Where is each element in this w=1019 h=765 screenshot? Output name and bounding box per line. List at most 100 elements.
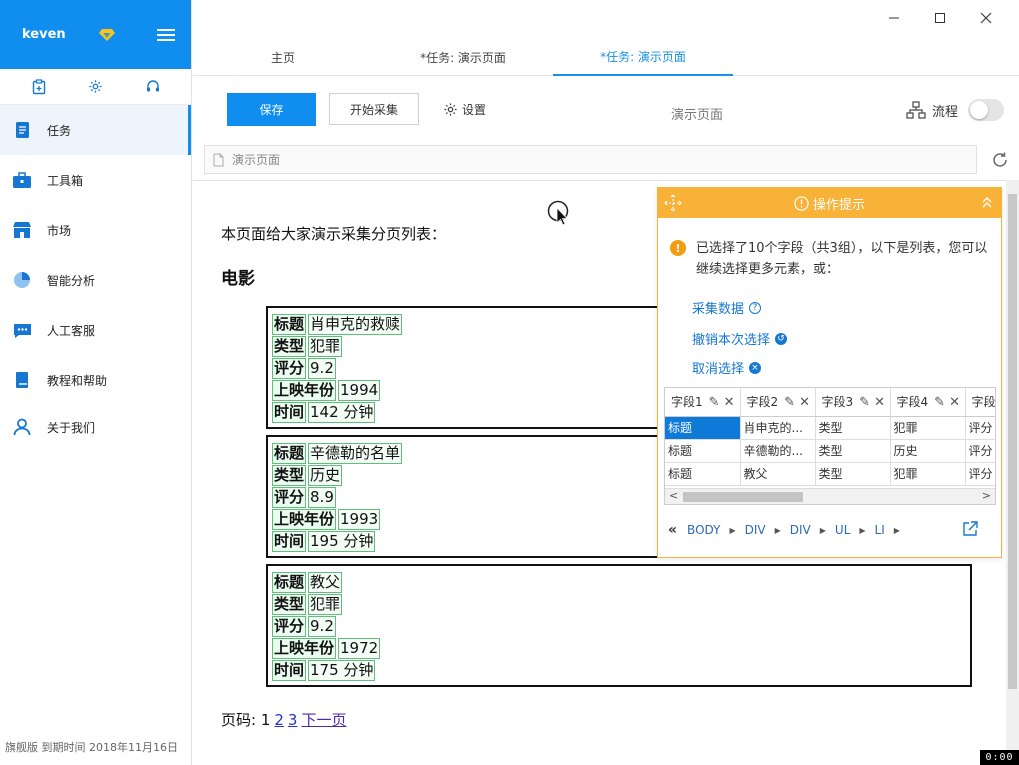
movie-card[interactable]: 标题 教父 类型 犯罪 评分 9.2 上映年份 1972 时间 175 分钟 — [266, 564, 972, 687]
start-collect-button[interactable]: 开始采集 — [329, 93, 419, 125]
sidebar-item-market[interactable]: 市场 — [0, 205, 191, 255]
scroll-left-icon[interactable]: < — [669, 489, 678, 502]
cancel-selection-link[interactable]: 取消选择 × — [692, 358, 762, 377]
save-button[interactable]: 保存 — [227, 93, 316, 126]
sidebar-item-label: 工具箱 — [47, 173, 84, 188]
field-key[interactable]: 上映年份 — [272, 508, 337, 530]
sidebar-item-label: 任务 — [47, 123, 72, 138]
horizontal-scrollbar[interactable]: < > — [665, 488, 995, 504]
field-value[interactable]: 犯罪 — [308, 335, 343, 357]
table-row[interactable]: 标题 辛德勒的... 类型 历史 评分 — [665, 439, 995, 463]
table-cell[interactable]: 辛德勒的... — [740, 439, 816, 463]
field-key[interactable]: 类型 — [272, 335, 307, 357]
collect-data-label: 采集数据 — [692, 302, 745, 317]
clipboard-add-icon[interactable] — [28, 76, 50, 98]
refresh-icon[interactable] — [990, 150, 1010, 170]
sidebar-item-about[interactable]: 关于我们 — [0, 405, 191, 449]
breadcrumb-item[interactable]: UL — [835, 523, 850, 537]
next-page-link[interactable]: 下一页 — [301, 711, 346, 729]
table-row[interactable]: 标题 教父 类型 犯罪 评分 — [665, 462, 995, 486]
table-cell[interactable]: 评分 — [965, 416, 995, 440]
undo-selection-link[interactable]: 撤销本次选择 ↺ — [692, 329, 788, 348]
table-cell[interactable]: 评分 — [965, 462, 995, 486]
field-value[interactable]: 犯罪 — [308, 593, 343, 615]
settings-button[interactable]: 设置 — [443, 101, 486, 118]
address-bar[interactable]: 演示页面 — [204, 145, 977, 174]
table-cell[interactable]: 类型 — [815, 416, 891, 440]
field-key[interactable]: 标题 — [272, 571, 307, 593]
field-key[interactable]: 评分 — [272, 357, 307, 379]
table-cell[interactable]: 标题 — [665, 416, 741, 440]
flow-toggle[interactable] — [968, 99, 1005, 121]
field-value[interactable]: 9.2 — [308, 357, 336, 379]
field-value[interactable]: 9.2 — [308, 615, 336, 637]
scroll-right-icon[interactable]: > — [982, 489, 991, 502]
field-key[interactable]: 评分 — [272, 615, 307, 637]
table-cell[interactable]: 肖申克的... — [740, 416, 816, 440]
field-value[interactable]: 1972 — [338, 637, 381, 659]
field-value[interactable]: 1994 — [338, 379, 381, 401]
field-key[interactable]: 类型 — [272, 593, 307, 615]
table-cell[interactable]: 评分 — [965, 439, 995, 463]
field-key[interactable]: 标题 — [272, 442, 307, 464]
tab-task-2[interactable]: *任务: 演示页面 — [553, 38, 733, 76]
field-value[interactable]: 8.9 — [308, 486, 336, 508]
external-link-icon[interactable] — [961, 520, 979, 538]
field-value[interactable]: 历史 — [308, 464, 343, 486]
field-key[interactable]: 类型 — [272, 464, 307, 486]
field-value[interactable]: 肖申克的救赎 — [308, 313, 403, 335]
sidebar-item-analysis[interactable]: 智能分析 — [0, 255, 191, 305]
edit-delete-icon[interactable]: ✎ ✕ — [934, 395, 960, 410]
edit-delete-icon[interactable]: ✎ ✕ — [784, 395, 810, 410]
breadcrumb-item[interactable]: BODY — [687, 523, 720, 537]
sidebar-item-support[interactable]: 人工客服 — [0, 305, 191, 355]
table-cell[interactable]: 标题 — [665, 462, 741, 486]
collapse-icon[interactable] — [981, 195, 993, 209]
table-cell[interactable]: 标题 — [665, 439, 741, 463]
sidebar-item-help[interactable]: 教程和帮助 — [0, 355, 191, 405]
page-2-link[interactable]: 2 — [274, 711, 284, 729]
tab-task-1[interactable]: *任务: 演示页面 — [373, 38, 553, 76]
field-key[interactable]: 上映年份 — [272, 637, 337, 659]
table-cell[interactable]: 历史 — [890, 439, 966, 463]
menu-toggle-icon[interactable] — [157, 28, 175, 41]
tab-home[interactable]: 主页 — [193, 38, 373, 76]
table-cell[interactable]: 犯罪 — [890, 416, 966, 440]
vertical-scrollbar[interactable] — [1006, 180, 1019, 765]
edit-delete-icon[interactable]: ✎ ✕ — [709, 395, 735, 410]
field-key[interactable]: 时间 — [272, 530, 307, 552]
collect-data-link[interactable]: 采集数据? — [692, 298, 762, 317]
page-3-link[interactable]: 3 — [288, 711, 298, 729]
field-key[interactable]: 时间 — [272, 401, 307, 423]
headset-icon[interactable] — [142, 76, 164, 98]
field-value[interactable]: 175 分钟 — [308, 659, 376, 681]
table-cell[interactable]: 类型 — [815, 462, 891, 486]
table-row[interactable]: 标题 肖申克的... 类型 犯罪 评分 — [665, 416, 995, 440]
close-icon[interactable] — [963, 8, 1009, 28]
breadcrumb-item[interactable]: DIV — [790, 523, 811, 537]
sidebar-item-toolbox[interactable]: 工具箱 — [0, 155, 191, 205]
field-value[interactable]: 195 分钟 — [308, 530, 376, 552]
field-value[interactable]: 教父 — [308, 571, 343, 593]
maximize-icon[interactable] — [917, 8, 963, 28]
gear-icon[interactable] — [85, 76, 107, 98]
table-cell[interactable]: 教父 — [740, 462, 816, 486]
field-key[interactable]: 标题 — [272, 313, 307, 335]
table-cell[interactable]: 犯罪 — [890, 462, 966, 486]
breadcrumb-item[interactable]: DIV — [745, 523, 766, 537]
move-icon[interactable] — [664, 194, 682, 212]
field-value[interactable]: 辛德勒的名单 — [308, 442, 403, 464]
scrollbar-thumb[interactable] — [683, 492, 803, 502]
field-value[interactable]: 1993 — [338, 508, 381, 530]
scrollbar-thumb[interactable] — [1008, 194, 1017, 689]
breadcrumb-item[interactable]: LI — [875, 523, 885, 537]
table-cell[interactable]: 类型 — [815, 439, 891, 463]
field-value[interactable]: 142 分钟 — [308, 401, 376, 423]
expand-path-icon[interactable]: « — [668, 522, 677, 538]
field-key[interactable]: 评分 — [272, 486, 307, 508]
field-key[interactable]: 上映年份 — [272, 379, 337, 401]
field-key[interactable]: 时间 — [272, 659, 307, 681]
sidebar-item-task[interactable]: 任务 — [0, 105, 191, 155]
edit-delete-icon[interactable]: ✎ ✕ — [859, 395, 885, 410]
minimize-icon[interactable] — [871, 8, 917, 28]
